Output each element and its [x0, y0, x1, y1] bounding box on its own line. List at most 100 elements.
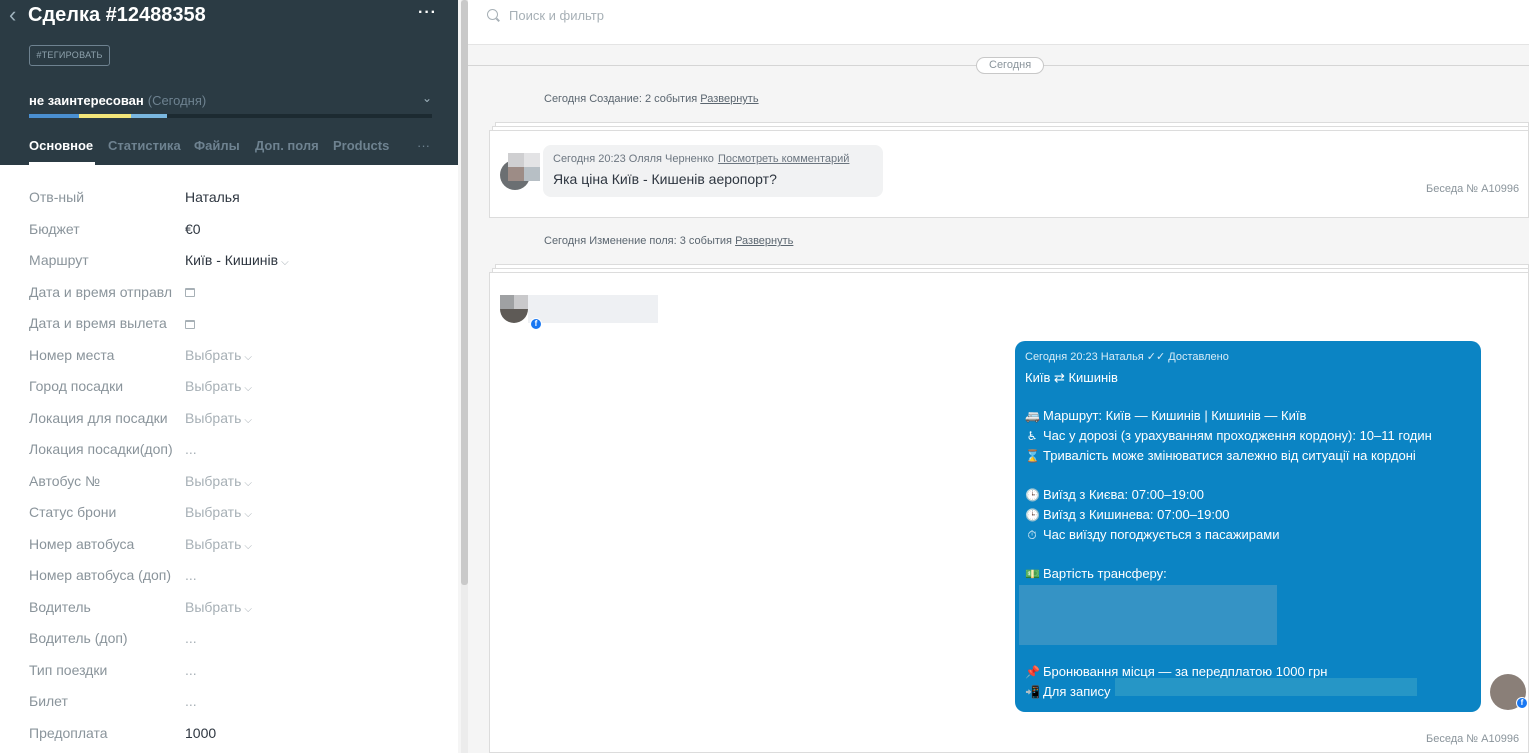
field-value[interactable]: ... [185, 691, 197, 711]
field-row: Билет... [29, 691, 449, 711]
field-select[interactable]: Выбрать ⌵ [185, 376, 252, 399]
field-select[interactable]: Выбрать ⌵ [185, 471, 252, 494]
scrollbar-thumb[interactable] [461, 0, 468, 585]
tabs-more-icon[interactable]: ··· [417, 138, 430, 153]
facebook-icon: f [1516, 697, 1528, 709]
message-meta: Сегодня 20:23 Наталья ✓✓ Доставлено [1025, 351, 1229, 363]
field-value[interactable]: ... [185, 439, 197, 459]
field-row: Тип поездки... [29, 660, 449, 680]
van-icon: 🚐 [1025, 409, 1040, 423]
field-row: Номер автобуса Выбрать ⌵ [29, 534, 449, 554]
field-value[interactable]: ... [185, 628, 197, 648]
chevron-down-icon: ⌵ [244, 477, 252, 489]
message-line-text: Час у дорозі (з урахуванням проходження … [1043, 428, 1432, 443]
blurred-image [524, 167, 540, 181]
message-line: ⏱ Час виїзду погоджується з пасажирами [1025, 526, 1279, 544]
phone-icon: 📲 [1025, 685, 1040, 699]
day-badge: Сегодня [976, 57, 1045, 74]
event-group-field-change: Сегодня Изменение поля: 3 события Развер… [544, 235, 793, 247]
field-row: Водитель (доп)... [29, 628, 449, 648]
field-label: Город посадки [29, 378, 124, 394]
tab-products[interactable]: Products [333, 138, 389, 153]
view-comment-link[interactable]: Посмотреть комментарий [718, 153, 850, 165]
date-field[interactable] [185, 313, 195, 333]
field-row: Номер автобуса (доп)... [29, 565, 449, 585]
field-label: Локация посадки(доп) [29, 441, 173, 457]
field-value[interactable]: Наталья [185, 187, 240, 207]
field-label: Номер автобуса [29, 535, 135, 552]
event-group-created: Сегодня Создание: 2 события Развернуть [544, 93, 759, 105]
chevron-down-icon: ⌵ [244, 603, 252, 615]
event-text: Сегодня Создание: 2 события [544, 93, 698, 105]
field-label: Тип поездки [29, 661, 108, 678]
tab-main[interactable]: Основное [29, 138, 93, 153]
field-value-text: Выбрать [185, 378, 242, 394]
field-select[interactable]: Выбрать ⌵ [185, 502, 252, 525]
field-select[interactable]: Выбрать ⌵ [185, 345, 252, 368]
expand-link[interactable]: Развернуть [700, 93, 758, 105]
message-line: 🕒 Виїзд з Кишинева: 07:00–19:00 [1025, 506, 1229, 524]
chevron-down-icon: ⌵ [244, 540, 252, 552]
field-select[interactable]: Выбрать ⌵ [185, 534, 252, 557]
comment-text: Яка ціна Київ - Кишенів аеропорт? [553, 171, 777, 187]
field-label: Локация для посадки [29, 409, 168, 426]
tab-files[interactable]: Файлы [194, 138, 240, 153]
field-label: Водитель [29, 598, 91, 615]
pipeline-progress [29, 114, 432, 118]
field-select[interactable]: Выбрать ⌵ [185, 408, 252, 431]
field-value[interactable]: 1000 [185, 723, 216, 743]
comment-bubble: Сегодня 20:23 Оляля Черненко Посмотреть к… [543, 145, 883, 197]
field-value-text: ... [185, 661, 197, 678]
message-line-text: Маршрут: Київ — Кишинів | Кишинів — Київ [1043, 408, 1307, 423]
field-value-text: €0 [185, 220, 201, 237]
tab-extra-fields[interactable]: Доп. поля [255, 138, 319, 153]
field-value[interactable]: ... [185, 660, 197, 680]
lead-header: ‹ Сделка #12488358 ··· #ТЕГИРОВАТЬ не за… [0, 0, 458, 165]
message-line: 📲 Для запису [1025, 683, 1111, 701]
field-value-text: 1000 [185, 724, 217, 741]
field-label: Бюджет [29, 220, 80, 237]
field-label: Автобус № [29, 472, 100, 489]
blurred-price [1019, 585, 1277, 645]
calendar-icon[interactable] [185, 288, 195, 298]
clock-icon: 🕒 [1025, 508, 1040, 522]
search-input[interactable]: Поиск и фильтр [509, 8, 604, 23]
chevron-down-icon[interactable]: ⌄ [422, 91, 432, 105]
pipeline-stage [29, 114, 79, 118]
status-selector[interactable]: не заинтересован (Сегодня) [29, 93, 206, 109]
field-label: Маршрут [29, 252, 89, 268]
tag-button[interactable]: #ТЕГИРОВАТЬ [29, 45, 110, 66]
more-actions-icon[interactable]: ··· [418, 4, 437, 22]
message-line-text: Виїзд з Кишинева: 07:00–19:00 [1043, 507, 1230, 522]
date-field[interactable] [185, 282, 195, 302]
field-row: Автобус № Выбрать ⌵ [29, 471, 449, 491]
chevron-down-icon: ⌵ [244, 351, 252, 363]
blurred-image [514, 295, 528, 309]
expand-link[interactable]: Развернуть [735, 235, 793, 247]
message-line: ♿ Час у дорозі (з урахуванням проходження… [1025, 427, 1432, 445]
calendar-icon[interactable] [185, 319, 195, 329]
message-line-text: Вартість трансферу: [1043, 566, 1167, 581]
field-label: Статус брони [29, 504, 117, 520]
field-value[interactable]: ... [185, 565, 197, 585]
back-chevron-icon[interactable]: ‹ [9, 4, 16, 26]
message-line-text: Для запису [1043, 684, 1111, 699]
field-label: Дата и время отправл [29, 283, 173, 300]
search-bar[interactable]: Поиск и фильтр [468, 0, 1529, 45]
field-row: Дата и время отправл [29, 282, 449, 302]
message-line-text: Тривалість може змінюватися залежно від … [1043, 448, 1416, 463]
chevron-down-icon: ⌵ [244, 383, 252, 394]
field-select[interactable]: Выбрать ⌵ [185, 597, 252, 620]
field-label: Билет [29, 693, 68, 709]
pipeline-stage [131, 114, 167, 118]
field-value[interactable]: €0 [185, 219, 201, 239]
tab-statistics[interactable]: Статистика [108, 138, 181, 153]
field-value-text: ... [185, 693, 197, 709]
wheelchair-icon: ♿ [1026, 429, 1038, 443]
field-select[interactable]: Київ - Кишинів ⌵ [185, 250, 289, 273]
field-row: Маршрут Київ - Кишинів ⌵ [29, 250, 449, 270]
message-line: 🚐 Маршрут: Київ — Кишинів | Кишинів — Киї… [1025, 407, 1306, 425]
message-line: 💵 Вартість трансферу: [1025, 565, 1167, 583]
status-name: не заинтересован [29, 93, 144, 108]
field-row: Предоплата 1000 [29, 723, 449, 743]
